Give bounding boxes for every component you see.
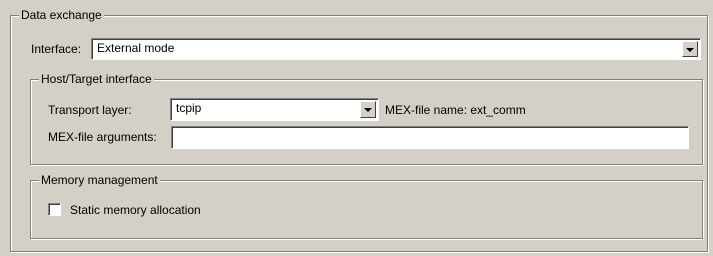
interface-label: Interface: [31,42,82,56]
static-memory-allocation-checkbox[interactable] [48,203,61,216]
data-exchange-title: Data exchange [19,8,104,22]
mex-file-name-text: MEX-file name: ext_comm [385,103,526,117]
mex-file-arguments-input[interactable] [171,126,689,149]
static-memory-allocation-label[interactable]: Static memory allocation [70,203,201,217]
transport-layer-label: Transport layer: [48,103,132,117]
memory-management-title: Memory management [39,173,160,187]
transport-layer-dropdown[interactable]: tcpip [170,98,379,121]
chevron-down-icon [686,47,694,52]
interface-dropdown-button[interactable] [682,41,698,57]
host-target-title: Host/Target interface [39,72,154,86]
mex-file-arguments-label: MEX-file arguments: [48,130,157,144]
chevron-down-icon [364,108,372,112]
host-target-group: Host/Target interface [30,72,703,165]
interface-dropdown[interactable]: External mode [91,38,701,60]
transport-layer-dropdown-button[interactable] [360,101,376,118]
transport-layer-value: tcpip [176,101,202,115]
interface-value: External mode [97,41,175,55]
